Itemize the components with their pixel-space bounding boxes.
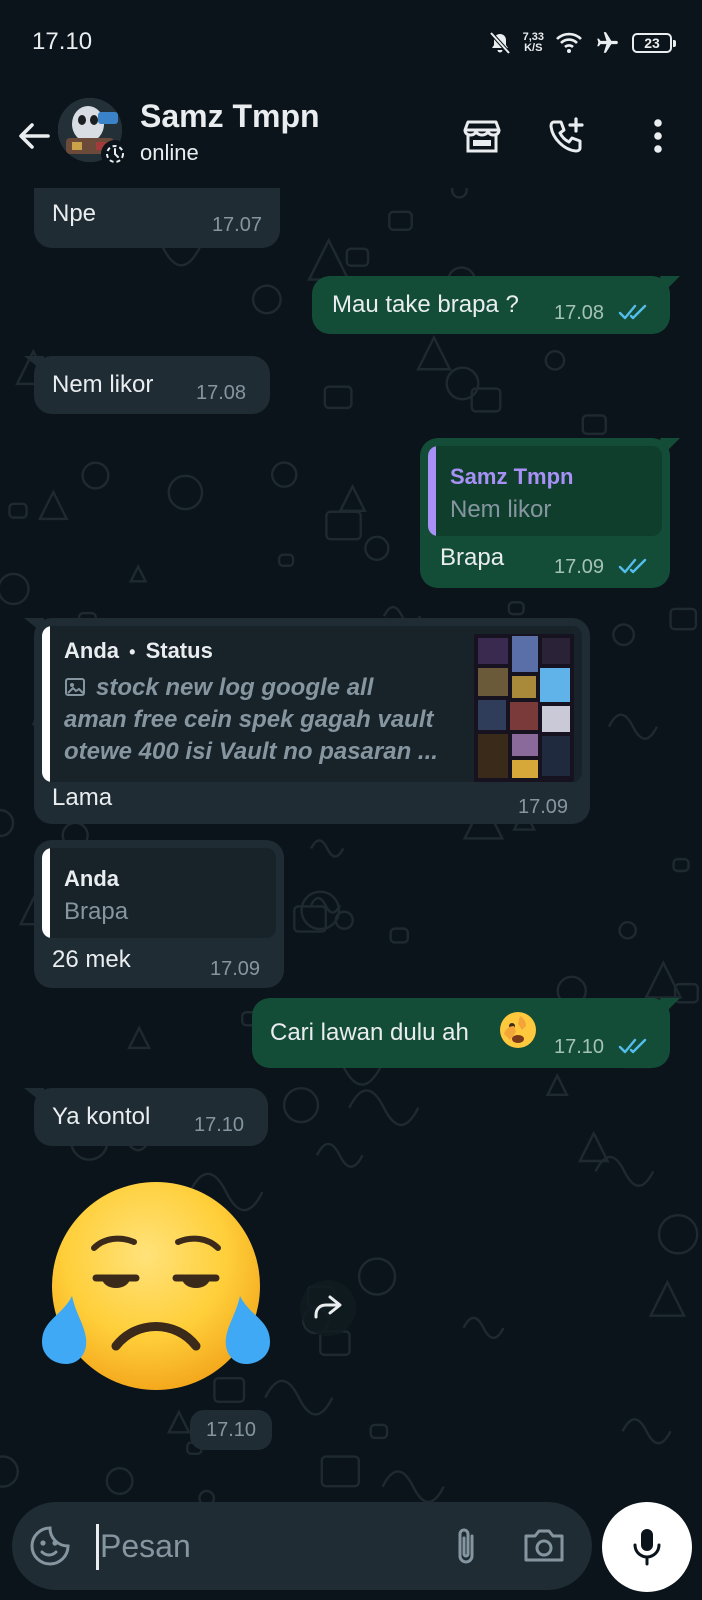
message-list[interactable]: Npe 17.07 Mau take brapa ? 17.08 Nem lik…: [0, 188, 702, 1498]
message-outgoing[interactable]: Mau take brapa ? 17.08: [312, 276, 680, 334]
camera-icon: [524, 1529, 564, 1562]
network-speed: 7,33 K/S: [523, 32, 544, 54]
message-text: Mau take brapa ?: [332, 291, 519, 318]
voice-message-button[interactable]: [602, 1502, 692, 1592]
read-receipt-icon: [618, 1038, 647, 1054]
status-thumbnail-image: [474, 634, 574, 782]
message-incoming[interactable]: Npe 17.07: [34, 188, 280, 248]
more-vertical-icon: [654, 119, 662, 153]
status-ring-badge: [101, 140, 129, 168]
battery-indicator: 23: [632, 33, 676, 53]
message-time: 17.07: [211, 214, 262, 236]
bell-off-icon: [489, 31, 511, 55]
quote-separator: •: [129, 642, 136, 662]
catalog-button[interactable]: [460, 114, 504, 158]
message-time: 17.09: [554, 556, 605, 578]
message-time: 17.10: [554, 1036, 605, 1058]
arrow-left-icon: [19, 123, 50, 149]
message-text: Cari lawan dulu ah: [270, 1019, 469, 1046]
wifi-icon: [556, 32, 582, 53]
read-receipt-icon: [618, 304, 647, 320]
forward-icon: [314, 1295, 342, 1319]
bubble-tail: [660, 998, 680, 1014]
message-incoming[interactable]: Ya kontol 17.10: [24, 1088, 268, 1146]
quote-text: Brapa: [64, 898, 129, 925]
status-time: 17.10: [32, 28, 93, 55]
message-time: 17.09: [210, 958, 261, 980]
status-icons: 7,33 K/S 23: [489, 26, 676, 60]
forward-button[interactable]: [300, 1280, 356, 1336]
quote-status-line: otewe 400 isi Vault no pasaran ...: [64, 738, 438, 765]
quote-accent-bar: [42, 848, 50, 938]
image-icon: [65, 678, 85, 696]
status-icon: [106, 145, 124, 163]
bubble-tail: [24, 1088, 44, 1104]
quote-author-name: Anda: [64, 638, 119, 663]
message-text: Brapa: [440, 544, 505, 571]
message-input[interactable]: [100, 1520, 420, 1572]
emoji-button[interactable]: [28, 1524, 72, 1568]
message-time: 17.09: [518, 796, 569, 818]
status-bar: 17.10 7,33 K/S 23: [0, 0, 702, 88]
bubble-tail: [660, 438, 680, 454]
message-text: Ya kontol: [52, 1103, 151, 1130]
message-incoming[interactable]: Nem likor 17.08: [24, 356, 270, 414]
camera-button[interactable]: [520, 1524, 568, 1568]
sad-relieved-crying-face-emoji[interactable]: [36, 1178, 276, 1398]
message-text: Nem likor: [52, 371, 154, 398]
quoted-status[interactable]: Anda • Status stock new log google all a…: [42, 626, 582, 782]
mic-icon: [633, 1529, 661, 1566]
quote-accent-bar: [428, 446, 436, 536]
message-text: Npe: [52, 200, 97, 227]
text-caret: [96, 1524, 99, 1570]
quoted-message[interactable]: Anda Brapa: [42, 848, 276, 938]
quote-status-line: aman free cein spek gagah vault: [64, 706, 434, 733]
message-incoming-status-reply[interactable]: Anda • Status stock new log google all a…: [24, 618, 590, 824]
message-text: Lama: [52, 784, 113, 811]
quote-text: Nem likor: [450, 496, 552, 523]
message-time: 17.08: [196, 382, 247, 404]
bubble-tail: [24, 618, 44, 634]
message-outgoing-reply[interactable]: Samz Tmpn Nem likor Brapa 17.09: [420, 438, 680, 588]
message-text: 26 mek: [52, 946, 131, 973]
quote-status-line: stock new log google all: [96, 674, 374, 701]
quote-author: Samz Tmpn: [450, 464, 574, 489]
quote-type: Status: [145, 638, 213, 663]
contact-online-status: online: [140, 140, 199, 165]
network-speed-unit: K/S: [524, 42, 543, 54]
chat-header: Samz Tmpn online: [0, 88, 702, 188]
message-composer: [12, 1502, 592, 1590]
quoted-message[interactable]: Samz Tmpn Nem likor: [428, 446, 662, 536]
quote-author: Anda • Status: [64, 638, 213, 664]
message-outgoing[interactable]: Cari lawan dulu ah 17.10: [252, 998, 680, 1068]
add-call-icon: [549, 117, 584, 153]
message-time: 17.08: [554, 302, 605, 324]
message-incoming-reply[interactable]: Anda Brapa 26 mek 17.09: [34, 840, 284, 988]
sticker-icon: [30, 1526, 70, 1566]
more-options-button[interactable]: [636, 114, 680, 158]
bubble-tail: [660, 276, 680, 292]
peeking-eye-emoji-icon: [500, 1012, 536, 1048]
airplane-mode-icon: [597, 32, 618, 53]
status-thumbnail: [474, 634, 574, 782]
paperclip-icon: [458, 1528, 474, 1564]
call-button[interactable]: [544, 114, 588, 158]
read-receipt-icon: [618, 558, 647, 574]
message-time: 17.10: [194, 1114, 245, 1136]
sticker-time: 17.10: [190, 1410, 272, 1450]
bubble-tail: [24, 356, 44, 372]
quote-accent-bar: [42, 626, 50, 782]
quote-author: Anda: [64, 866, 119, 891]
attach-button[interactable]: [444, 1524, 488, 1568]
storefront-icon: [463, 120, 501, 153]
contact-name[interactable]: Samz Tmpn: [140, 98, 320, 135]
back-button[interactable]: [14, 116, 54, 156]
